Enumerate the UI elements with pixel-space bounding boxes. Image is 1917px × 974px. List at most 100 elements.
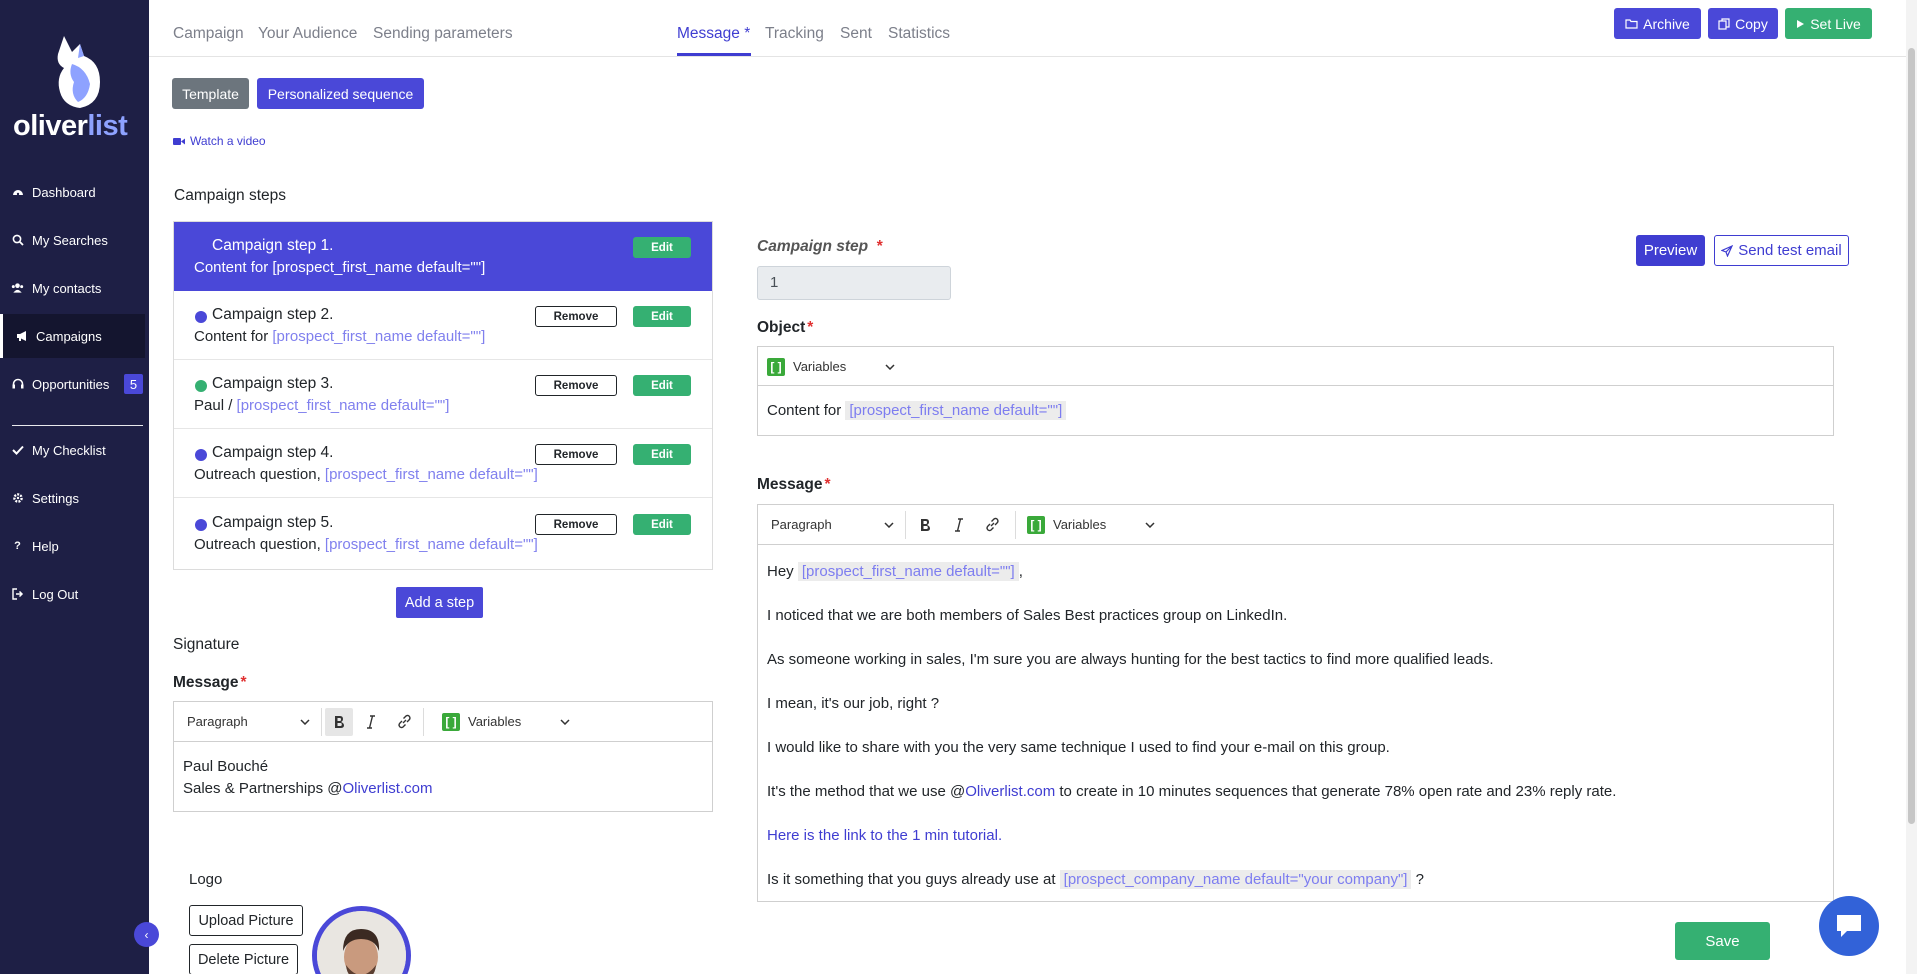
step-title: Campaign step 1. — [212, 237, 334, 254]
send-test-email-label: Send test email — [1738, 242, 1842, 259]
tab-message[interactable]: Message * — [677, 25, 750, 43]
campaign-step-2[interactable]: Campaign step 2. Content for [prospect_f… — [174, 291, 712, 360]
message-line-question: Is it something that you guys already us… — [767, 870, 1424, 889]
campaign-step-field[interactable]: 1 — [757, 266, 951, 300]
chat-button[interactable] — [1819, 896, 1879, 956]
paragraph-select-label: Paragraph — [771, 517, 832, 532]
preview-button[interactable]: Preview — [1636, 235, 1705, 266]
edit-step-button[interactable]: Edit — [633, 306, 691, 327]
step-status-dot — [195, 449, 207, 461]
remove-step-button[interactable]: Remove — [535, 375, 617, 396]
sidebar-item-my-checklist[interactable]: My Checklist — [0, 428, 145, 472]
sidebar-collapse-button[interactable]: ‹ — [134, 922, 159, 947]
italic-button[interactable] — [361, 702, 381, 741]
sidebar-item-my-contacts[interactable]: My contacts — [0, 266, 145, 310]
step-status-dot — [195, 380, 207, 392]
message-editor[interactable]: Paragraph [ ] Variables Hey [prospect_fi… — [757, 504, 1834, 902]
tutorial-link[interactable]: Here is the link to the 1 min tutorial. — [767, 827, 1002, 844]
campaign-step-5[interactable]: Campaign step 5. Outreach question, [pro… — [174, 499, 712, 568]
upload-picture-button[interactable]: Upload Picture — [189, 905, 303, 936]
tab-campaign[interactable]: Campaign — [173, 25, 244, 43]
sidebar-item-help[interactable]: ? Help — [0, 524, 145, 568]
sidebar-item-opportunities[interactable]: Opportunities 5 — [0, 362, 145, 406]
oliverlist-logo[interactable]: oliverlist — [10, 34, 140, 144]
sidebar-item-my-searches[interactable]: My Searches — [0, 218, 145, 262]
toolbar-separator — [321, 708, 322, 736]
variables-select[interactable]: [ ] Variables — [1027, 505, 1157, 544]
scrollbar-thumb[interactable] — [1908, 48, 1915, 824]
save-button[interactable]: Save — [1675, 922, 1770, 960]
bold-button[interactable] — [325, 708, 353, 736]
check-icon — [11, 444, 24, 457]
chevron-down-icon — [560, 718, 570, 725]
link-button[interactable] — [981, 505, 1003, 544]
page-scrollbar[interactable] — [1906, 0, 1917, 974]
object-editor[interactable]: [ ] Variables Content for [prospect_firs… — [757, 346, 1834, 436]
tab-sending-parameters[interactable]: Sending parameters — [373, 25, 513, 43]
template-mode-button[interactable]: Template — [172, 78, 249, 109]
oliverlist-link[interactable]: Oliverlist.com — [965, 783, 1055, 800]
paragraph-format-select[interactable]: Paragraph — [187, 702, 312, 741]
tab-statistics[interactable]: Statistics — [888, 25, 950, 43]
variables-select[interactable]: [ ] Variables — [442, 702, 572, 741]
set-live-button[interactable]: Set Live — [1785, 8, 1872, 39]
sidebar-item-log-out[interactable]: Log Out — [0, 572, 145, 616]
copy-button[interactable]: Copy — [1708, 8, 1778, 39]
send-test-email-button[interactable]: Send test email — [1714, 235, 1849, 266]
variable-pill[interactable]: [prospect_first_name default=""] — [797, 562, 1019, 581]
sidebar-item-campaigns[interactable]: Campaigns — [0, 314, 145, 358]
personalized-sequence-button[interactable]: Personalized sequence — [257, 78, 424, 109]
tab-sent[interactable]: Sent — [840, 25, 872, 43]
edit-step-button[interactable]: Edit — [633, 514, 691, 535]
signature-message-label: Message * — [173, 674, 247, 691]
paragraph-format-select[interactable]: Paragraph — [771, 505, 896, 544]
campaign-step-1[interactable]: Campaign step 1. Content for [prospect_f… — [174, 222, 712, 291]
delete-picture-button[interactable]: Delete Picture — [189, 944, 298, 974]
brackets-icon: [ ] — [1027, 515, 1045, 534]
step-status-dot — [195, 519, 207, 531]
signature-link[interactable]: Oliverlist.com — [342, 780, 432, 797]
logo-section-title: Logo — [189, 871, 223, 888]
users-icon — [11, 282, 24, 295]
message-line: As someone working in sales, I'm sure yo… — [767, 651, 1494, 668]
variable-pill[interactable]: [prospect_company_name default="your com… — [1059, 870, 1412, 889]
bold-button[interactable] — [915, 505, 935, 544]
edit-step-button[interactable]: Edit — [633, 237, 691, 258]
variables-select-label: Variables — [793, 359, 847, 374]
set-live-label: Set Live — [1810, 15, 1861, 32]
watch-video-link[interactable]: Watch a video — [173, 134, 266, 148]
sidebar-item-label: My Checklist — [32, 442, 106, 458]
campaign-step-3[interactable]: Campaign step 3. Paul / [prospect_first_… — [174, 360, 712, 429]
dashboard-icon — [11, 186, 24, 199]
campaign-step-4[interactable]: Campaign step 4. Outreach question, [pro… — [174, 429, 712, 498]
variables-select-label: Variables — [1053, 517, 1107, 532]
tab-your-audience[interactable]: Your Audience — [258, 25, 357, 43]
link-button[interactable] — [393, 702, 415, 741]
object-variables-select[interactable]: [ ] Variables — [767, 347, 897, 386]
tab-tracking[interactable]: Tracking — [765, 25, 824, 43]
edit-step-button[interactable]: Edit — [633, 444, 691, 465]
paragraph-select-label: Paragraph — [187, 714, 248, 729]
remove-step-button[interactable]: Remove — [535, 514, 617, 535]
sidebar-item-label: Help — [32, 538, 59, 554]
step-title: Campaign step 5. — [212, 514, 334, 531]
logo-text-list: list — [87, 110, 128, 142]
edit-step-button[interactable]: Edit — [633, 375, 691, 396]
sidebar-item-settings[interactable]: Settings — [0, 476, 145, 520]
step-subject: Content for [prospect_first_name default… — [194, 328, 486, 345]
logo-text-oliver: oliver — [13, 110, 88, 142]
sidebar-item-label: Log Out — [32, 586, 79, 602]
sidebar-item-label: Campaigns — [36, 328, 102, 344]
megaphone-icon — [15, 330, 28, 343]
variable-pill[interactable]: [prospect_first_name default=""] — [845, 401, 1067, 420]
remove-step-button[interactable]: Remove — [535, 306, 617, 327]
remove-step-button[interactable]: Remove — [535, 444, 617, 465]
italic-button[interactable] — [949, 505, 969, 544]
add-step-button[interactable]: Add a step — [396, 587, 483, 618]
signature-editor[interactable]: Paragraph [ ] Variables Paul Bouché Sale… — [173, 701, 713, 812]
message-editor-toolbar: Paragraph [ ] Variables — [758, 505, 1833, 545]
sidebar-item-dashboard[interactable]: Dashboard — [0, 170, 145, 214]
message-line-greeting: Hey [prospect_first_name default=""], — [767, 562, 1023, 581]
archive-button[interactable]: Archive — [1614, 8, 1701, 39]
signature-name: Paul Bouché — [183, 758, 269, 775]
